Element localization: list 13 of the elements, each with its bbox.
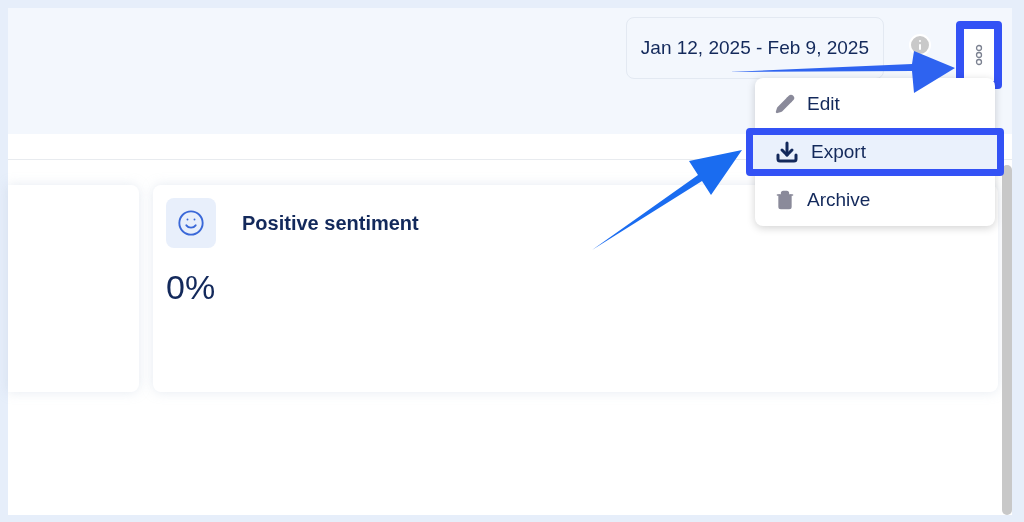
metric-value: 0% [166, 267, 217, 308]
pencil-icon [775, 94, 795, 114]
trash-icon [775, 190, 795, 210]
menu-item[interactable]: Export [746, 128, 1004, 176]
smile-icon [166, 198, 216, 248]
card-title: Positive sentiment [242, 211, 419, 236]
info-icon[interactable] [908, 33, 932, 57]
more-vertical-icon [975, 44, 983, 66]
menu-item[interactable]: Archive [755, 176, 995, 224]
download-icon [775, 140, 799, 164]
scrollbar[interactable] [1002, 165, 1012, 515]
date-range-button[interactable]: Jan 12, 2025 - Feb 9, 2025 [625, 17, 884, 79]
menu-item[interactable]: Edit [755, 80, 995, 128]
